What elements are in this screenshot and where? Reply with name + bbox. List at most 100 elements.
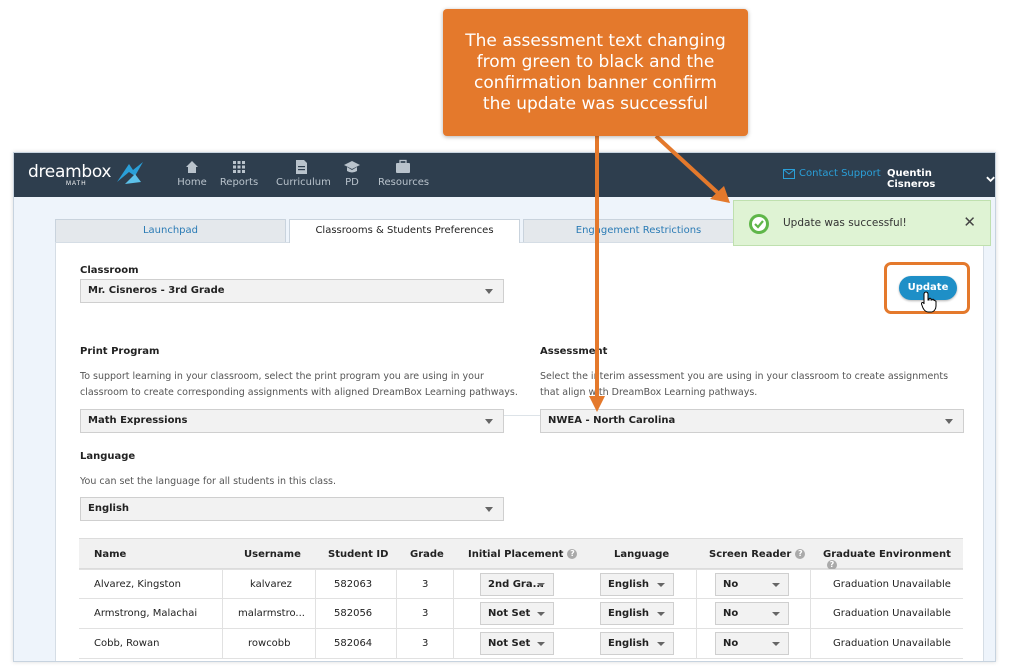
caret-down-icon bbox=[537, 612, 545, 616]
assessment-value: NWEA - North Carolina bbox=[548, 415, 676, 426]
home-icon bbox=[186, 161, 198, 173]
cell-divider bbox=[396, 629, 397, 659]
nav-home-label: Home bbox=[177, 177, 207, 188]
student-name: Alvarez, Kingston bbox=[94, 579, 181, 590]
caret-down-icon bbox=[537, 642, 545, 646]
graduate-status: Graduation Unavailable bbox=[833, 638, 951, 649]
student-username: rowcobb bbox=[248, 638, 291, 649]
table-row: Alvarez, Kingston kalvarez 582063 3 2nd … bbox=[79, 569, 963, 600]
placement-select[interactable]: 2nd Gra... bbox=[480, 573, 554, 596]
help-icon[interactable]: ? bbox=[795, 549, 806, 559]
language-row-value: English bbox=[608, 608, 650, 619]
screen-reader-select[interactable]: No bbox=[715, 632, 789, 655]
cell-divider bbox=[222, 629, 223, 659]
check-circle-icon bbox=[749, 214, 769, 234]
logo-subtext: MATH bbox=[66, 181, 87, 187]
screen-reader-value: No bbox=[723, 638, 739, 649]
nav-reports[interactable]: Reports bbox=[219, 159, 259, 188]
print-program-select[interactable]: Math Expressions bbox=[80, 409, 504, 433]
chevron-down-icon bbox=[986, 176, 995, 182]
table-row: Armstrong, Malachai malarmstro... 582056… bbox=[79, 599, 963, 629]
contact-support-label: Contact Support bbox=[799, 168, 881, 179]
assessment-label: Assessment bbox=[540, 346, 608, 357]
classroom-value: Mr. Cisneros - 3rd Grade bbox=[88, 285, 225, 296]
col-grade: Grade bbox=[410, 549, 444, 560]
col-screen-reader-label: Screen Reader bbox=[709, 549, 792, 560]
briefcase-icon bbox=[396, 159, 410, 173]
caret-down-icon bbox=[772, 583, 780, 587]
nav-pd-label: PD bbox=[345, 177, 359, 188]
col-language: Language bbox=[614, 549, 670, 560]
nav-resources[interactable]: Resources bbox=[378, 159, 430, 188]
logo-mark-icon bbox=[117, 162, 144, 184]
assessment-select[interactable]: NWEA - North Carolina bbox=[540, 409, 964, 433]
placement-select[interactable]: Not Set bbox=[480, 602, 554, 625]
caret-down-icon bbox=[485, 289, 493, 294]
user-menu[interactable]: Quentin Cisneros bbox=[887, 168, 995, 190]
update-highlight: Update bbox=[884, 262, 970, 314]
help-icon[interactable]: ? bbox=[567, 549, 578, 559]
dreambox-logo[interactable]: dreambox MATH bbox=[28, 162, 145, 187]
logo-text: dreambox bbox=[28, 162, 112, 182]
cell-divider bbox=[453, 570, 454, 600]
caret-down-icon bbox=[657, 612, 665, 616]
nav-home[interactable]: Home bbox=[174, 159, 210, 188]
cell-divider bbox=[696, 599, 697, 629]
language-select[interactable]: English bbox=[80, 497, 504, 521]
caret-down-icon bbox=[485, 419, 493, 424]
language-row-select[interactable]: English bbox=[600, 573, 674, 596]
cell-divider bbox=[315, 570, 316, 600]
caret-down-icon bbox=[485, 507, 493, 512]
placement-select[interactable]: Not Set bbox=[480, 632, 554, 655]
student-name: Cobb, Rowan bbox=[94, 638, 160, 649]
student-username: malarmstro... bbox=[238, 608, 305, 619]
screen-reader-select[interactable]: No bbox=[715, 573, 789, 596]
classroom-label: Classroom bbox=[80, 265, 139, 276]
tab-classrooms-students[interactable]: Classrooms & Students Preferences bbox=[289, 219, 520, 243]
student-id: 582063 bbox=[334, 579, 373, 590]
placement-value: Not Set bbox=[488, 638, 531, 649]
caret-down-icon bbox=[537, 583, 545, 587]
assessment-description: Select the interim assessment you are us… bbox=[540, 371, 949, 398]
caret-down-icon bbox=[945, 419, 953, 424]
col-graduate-environment: Graduate Environment? bbox=[823, 549, 963, 571]
cell-divider bbox=[222, 570, 223, 600]
language-row-value: English bbox=[608, 638, 650, 649]
cell-divider bbox=[453, 629, 454, 659]
language-description: You can set the language for all student… bbox=[80, 476, 337, 487]
toast-message: Update was successful! bbox=[783, 217, 907, 229]
col-initial-placement-label: Initial Placement bbox=[468, 549, 564, 560]
caret-down-icon bbox=[772, 612, 780, 616]
student-name: Armstrong, Malachai bbox=[94, 608, 198, 619]
placement-value: Not Set bbox=[488, 608, 531, 619]
language-row-select[interactable]: English bbox=[600, 602, 674, 625]
col-graduate-environment-label: Graduate Environment bbox=[823, 549, 951, 560]
caret-down-icon bbox=[772, 642, 780, 646]
col-initial-placement: Initial Placement? bbox=[468, 549, 578, 560]
nav-resources-label: Resources bbox=[378, 177, 430, 188]
screen-reader-value: No bbox=[723, 579, 739, 590]
language-row-select[interactable]: English bbox=[600, 632, 674, 655]
caret-down-icon bbox=[657, 583, 665, 587]
user-name: Quentin Cisneros bbox=[887, 168, 936, 190]
student-grade: 3 bbox=[422, 638, 429, 649]
cell-divider bbox=[810, 599, 811, 629]
nav-curriculum[interactable]: Curriculum bbox=[276, 159, 331, 188]
classroom-select[interactable]: Mr. Cisneros - 3rd Grade bbox=[80, 279, 504, 303]
tab-launchpad[interactable]: Launchpad bbox=[55, 219, 286, 242]
close-icon[interactable]: ✕ bbox=[963, 213, 976, 231]
col-student-id: Student ID bbox=[328, 549, 389, 560]
graduate-status: Graduation Unavailable bbox=[833, 579, 951, 590]
tab-engagement-restrictions[interactable]: Engagement Restrictions bbox=[523, 219, 754, 242]
language-row-value: English bbox=[608, 579, 650, 590]
screen-reader-select[interactable]: No bbox=[715, 602, 789, 625]
cell-divider bbox=[810, 629, 811, 659]
table-row: Cobb, Rowan rowcobb 582064 3 Not Set Eng… bbox=[79, 629, 963, 659]
placement-value: 2nd Gra... bbox=[488, 579, 545, 590]
screen-reader-value: No bbox=[723, 608, 739, 619]
nav-pd[interactable]: PD bbox=[340, 159, 364, 188]
student-username: kalvarez bbox=[250, 579, 292, 590]
cell-divider bbox=[696, 570, 697, 600]
contact-support-link[interactable]: Contact Support bbox=[783, 168, 881, 179]
print-program-value: Math Expressions bbox=[88, 415, 188, 426]
